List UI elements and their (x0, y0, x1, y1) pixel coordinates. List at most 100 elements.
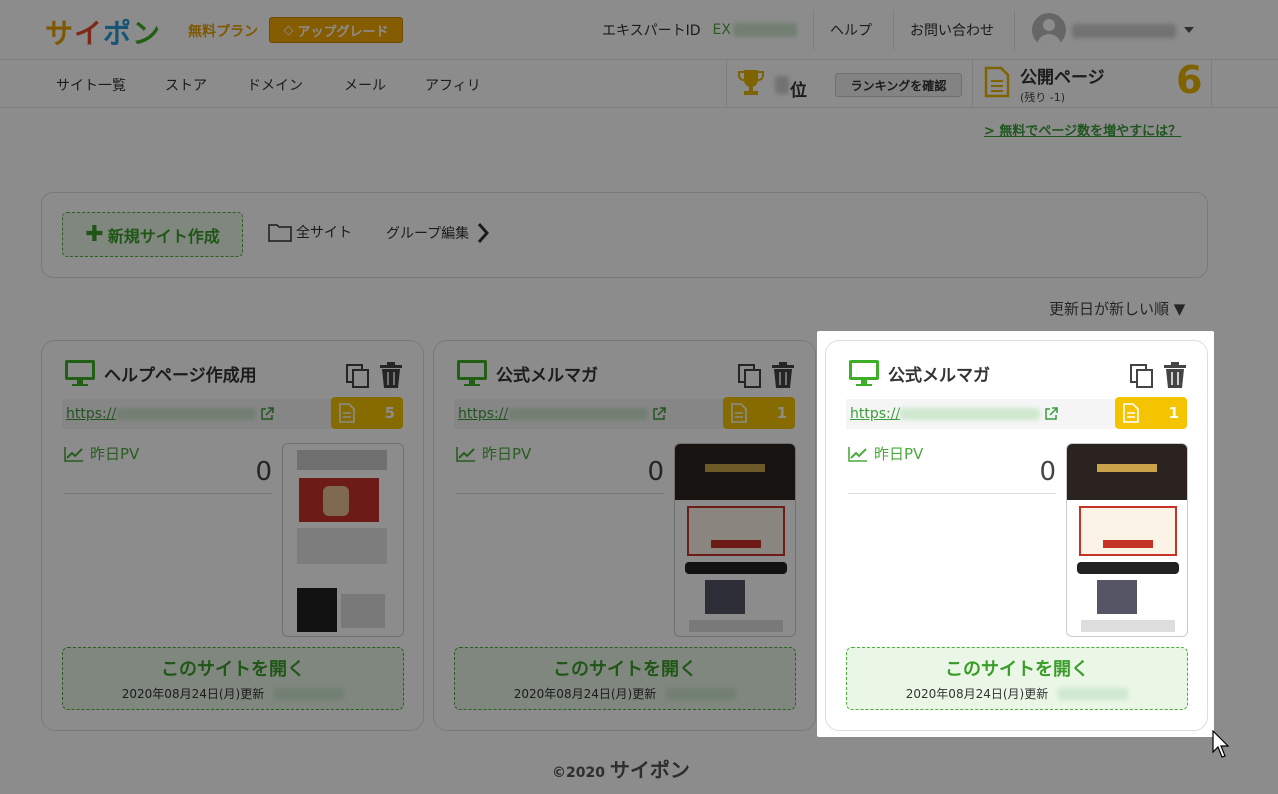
url-redacted (508, 408, 649, 420)
site-url-row: https:// (846, 399, 1116, 429)
pv-value: 0 (647, 457, 664, 487)
help-link[interactable]: ヘルプ (830, 0, 872, 60)
pv-label: 昨日PV (482, 445, 532, 463)
footer-brand: サイポン (609, 758, 690, 782)
site-url-link[interactable]: https:// (850, 406, 900, 422)
public-pages-title: 公開ページ (1020, 68, 1105, 88)
url-redacted (900, 408, 1041, 420)
updated-date: 2020年08月24日(月)更新 (121, 687, 265, 701)
public-pages-remaining: (残り -1) (1020, 91, 1066, 104)
trash-icon[interactable] (771, 361, 795, 389)
plan-label: 無料プラン (188, 24, 258, 40)
upgrade-button[interactable]: ◇ アップグレード (269, 17, 403, 43)
site-title: 公式メルマガ (888, 365, 990, 386)
updated-date: 2020年08月24日(月)更新 (905, 687, 1049, 701)
document-icon (339, 403, 355, 423)
external-link-icon[interactable] (260, 407, 274, 421)
sort-dropdown[interactable]: 更新日が新しい順 ▼ (1049, 298, 1185, 319)
copy-icon[interactable] (1129, 363, 1155, 389)
page-count-badge: 5 (331, 397, 403, 429)
upgrade-label: アップグレード (297, 24, 389, 40)
page-count-badge: 1 (1115, 397, 1187, 429)
footer: ©2020 サイポン (552, 754, 690, 783)
page-count: 5 (384, 404, 395, 422)
site-url-row: https:// (62, 399, 332, 429)
page-count-badge: 1 (723, 397, 795, 429)
open-site-label: このサイトを開く (553, 659, 697, 680)
site-title: 公式メルマガ (496, 365, 598, 386)
updated-redacted (666, 687, 737, 700)
updated-redacted (274, 687, 345, 700)
site-thumbnail[interactable] (282, 443, 404, 637)
all-sites-button[interactable]: 全サイト (268, 222, 352, 242)
expert-id-value: EX (712, 22, 731, 38)
pv-value: 0 (255, 457, 272, 487)
monitor-icon (849, 360, 879, 386)
nav-item-affiliate[interactable]: アフィリ (425, 75, 481, 95)
external-link-icon[interactable] (652, 407, 666, 421)
folder-icon (268, 224, 292, 242)
site-logo[interactable]: サイポン (45, 12, 161, 52)
open-site-button[interactable]: このサイトを開く 2020年08月24日(月)更新 (454, 647, 796, 710)
nav-item-mail[interactable]: メール (344, 75, 386, 95)
chart-line-icon (64, 446, 83, 462)
trash-icon[interactable] (1163, 361, 1187, 389)
new-site-label: 新規サイト作成 (107, 226, 220, 246)
diamond-icon: ◇ (283, 22, 294, 38)
contact-link[interactable]: お問い合わせ (910, 0, 994, 60)
new-site-button[interactable]: ✚ 新規サイト作成 (62, 212, 243, 257)
rank-redacted (775, 76, 789, 94)
page: サイポン 無料プラン ◇ アップグレード エキスパートID EX ヘルプ お問い… (0, 0, 1278, 794)
page-count: 1 (1168, 404, 1179, 422)
updated-date: 2020年08月24日(月)更新 (513, 687, 657, 701)
site-thumbnail[interactable] (1066, 443, 1188, 637)
copyright: ©2020 (552, 765, 605, 781)
expert-id: エキスパートID EX (602, 0, 797, 60)
group-edit-label: グループ編集 (386, 226, 470, 242)
pv-value: 0 (1039, 457, 1056, 487)
site-url-link[interactable]: https:// (458, 406, 508, 422)
expert-id-redacted (732, 23, 797, 37)
nav-item-sites[interactable]: サイト一覧 (56, 75, 126, 95)
plus-icon: ✚ (85, 222, 104, 247)
pv-label: 昨日PV (90, 445, 140, 463)
chart-line-icon (848, 446, 867, 462)
site-url-link[interactable]: https:// (66, 406, 116, 422)
mouse-cursor-icon (1212, 730, 1230, 758)
site-thumbnail[interactable] (674, 443, 796, 637)
site-title: ヘルプページ作成用 (104, 365, 257, 386)
chart-line-icon (456, 446, 475, 462)
trophy-icon (738, 70, 764, 95)
site-card-highlighted: 公式メルマガ https:// 1 昨日PV 0 このサイトを開く 2020年0… (825, 340, 1208, 731)
nav-item-store[interactable]: ストア (165, 75, 207, 95)
site-card: ヘルプページ作成用 https:// 5 昨日PV 0 このサイトを開く 202… (41, 340, 424, 731)
all-sites-label: 全サイト (296, 225, 352, 241)
expert-id-label: エキスパートID (602, 23, 701, 39)
user-avatar-icon[interactable] (1032, 13, 1066, 47)
group-edit-button[interactable]: グループ編集 (386, 222, 490, 244)
public-pages-count: 6 (1176, 58, 1203, 102)
nav-item-domain[interactable]: ドメイン (247, 75, 303, 95)
trash-icon[interactable] (379, 361, 403, 389)
url-redacted (116, 408, 257, 420)
site-card: 公式メルマガ https:// 1 昨日PV 0 このサイトを開く 2020年0… (433, 340, 816, 731)
open-site-button[interactable]: このサイトを開く 2020年08月24日(月)更新 (62, 647, 404, 710)
pv-label: 昨日PV (874, 445, 924, 463)
open-site-label: このサイトを開く (161, 659, 305, 680)
open-site-label: このサイトを開く (945, 659, 1089, 680)
external-link-icon[interactable] (1044, 407, 1058, 421)
copy-icon[interactable] (345, 363, 371, 389)
page-count: 1 (776, 404, 787, 422)
copy-icon[interactable] (737, 363, 763, 389)
rank-suffix: 位 (790, 81, 807, 101)
ranking-button[interactable]: ランキングを確認 (835, 73, 962, 97)
updated-redacted (1058, 687, 1129, 700)
chevron-down-icon[interactable] (1184, 27, 1194, 33)
increase-pages-link[interactable]: > 無料でページ数を増やすには？ (984, 120, 1181, 139)
document-icon (731, 403, 747, 423)
site-url-row: https:// (454, 399, 724, 429)
user-name-redacted[interactable] (1072, 24, 1176, 38)
monitor-icon (65, 360, 95, 386)
open-site-button[interactable]: このサイトを開く 2020年08月24日(月)更新 (846, 647, 1188, 710)
chevron-right-icon (478, 223, 490, 243)
